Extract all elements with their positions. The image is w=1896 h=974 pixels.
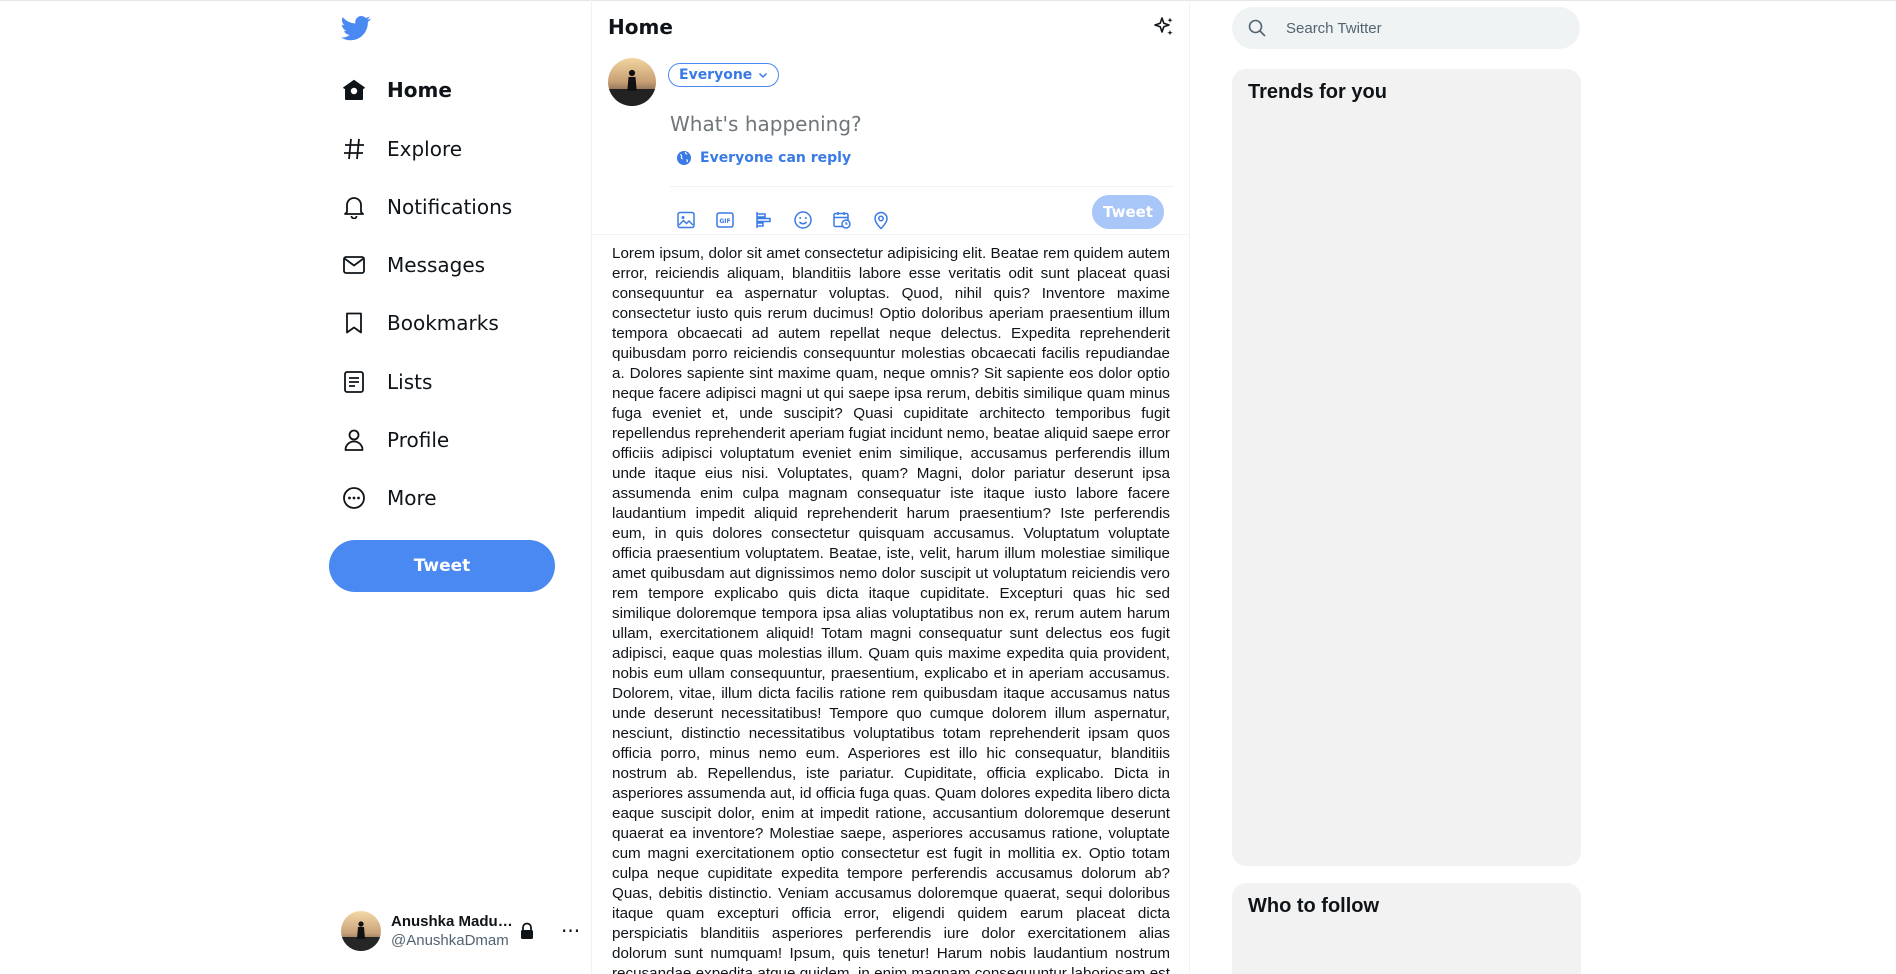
avatar: [608, 58, 656, 106]
twitter-bird-icon[interactable]: [341, 13, 371, 43]
audience-label: Everyone: [679, 67, 753, 83]
sidebar-item-explore[interactable]: Explore: [341, 129, 462, 169]
account-handle: @AnushkaDmam: [391, 932, 509, 949]
sidebar-item-home[interactable]: Home: [341, 70, 452, 110]
compose-input[interactable]: [670, 107, 1170, 141]
hashtag-icon: [341, 136, 367, 162]
feed-text: Lorem ipsum, dolor sit amet consectetur …: [612, 245, 1170, 974]
sidebar-item-messages[interactable]: Messages: [341, 245, 485, 285]
chevron-down-icon: [759, 72, 768, 79]
reply-setting-label: Everyone can reply: [700, 150, 852, 166]
audience-selector[interactable]: Everyone: [668, 63, 780, 87]
search-input[interactable]: [1286, 19, 1556, 37]
trends-title: Trends for you: [1248, 81, 1387, 103]
search-bar[interactable]: [1232, 7, 1580, 49]
reply-setting-button[interactable]: Everyone can reply: [676, 150, 851, 166]
sidebar-item-label: Lists: [387, 370, 433, 394]
schedule-icon[interactable]: [832, 203, 871, 237]
tweet-button[interactable]: Tweet: [329, 540, 555, 592]
bell-icon: [341, 194, 367, 220]
sidebar-item-notifications[interactable]: Notifications: [341, 187, 512, 227]
avatar: [341, 911, 381, 951]
lock-icon: [519, 922, 535, 940]
sidebar-item-label: Home: [387, 78, 452, 102]
who-to-follow-title: Who to follow: [1248, 895, 1380, 917]
emoji-icon[interactable]: [793, 203, 832, 237]
location-icon[interactable]: [871, 203, 910, 237]
svg-text:GIF: GIF: [719, 218, 730, 225]
trends-panel: Trends for you: [1232, 69, 1581, 866]
account-switcher[interactable]: Anushka Maduwantha @AnushkaDmam ···: [341, 908, 591, 954]
home-icon: [341, 77, 367, 103]
poll-icon[interactable]: [754, 203, 793, 237]
sidebar-item-label: Explore: [387, 137, 463, 161]
sidebar-item-bookmarks[interactable]: Bookmarks: [341, 303, 499, 343]
image-icon[interactable]: [676, 203, 715, 237]
main-timeline: Home Everyone Everyone can reply: [591, 0, 1190, 974]
bookmark-icon: [341, 310, 367, 336]
envelope-icon: [341, 252, 367, 278]
sidebar-item-more[interactable]: More: [341, 478, 437, 518]
more-circle-icon: [341, 485, 367, 511]
list-icon: [341, 369, 367, 395]
sidebar-item-label: Bookmarks: [387, 311, 499, 335]
who-to-follow-panel: Who to follow: [1232, 883, 1581, 974]
sidebar-item-lists[interactable]: Lists: [341, 362, 432, 402]
globe-icon: [677, 151, 691, 165]
left-sidebar: Home Explore Notifications Messages Book…: [329, 0, 591, 974]
sidebar-item-label: More: [387, 486, 437, 510]
tweet-composer: Everyone Everyone can reply GIF: [592, 53, 1189, 237]
more-dots-icon[interactable]: ···: [561, 919, 580, 943]
sidebar-item-label: Profile: [387, 428, 450, 452]
sidebar-item-label: Messages: [387, 253, 486, 277]
search-icon: [1248, 19, 1266, 37]
composer-toolbar: GIF: [676, 203, 910, 237]
sparkle-icon[interactable]: [1152, 15, 1176, 39]
timeline-header: Home: [592, 0, 1189, 53]
sidebar-item-label: Notifications: [387, 195, 513, 219]
gif-icon[interactable]: GIF: [715, 203, 754, 237]
post-tweet-button[interactable]: Tweet: [1092, 195, 1164, 229]
sidebar-item-profile[interactable]: Profile: [341, 420, 449, 460]
person-icon: [341, 427, 367, 453]
account-name: Anushka Maduwantha: [391, 913, 515, 930]
page-title: Home: [608, 14, 673, 39]
divider: [670, 186, 1174, 187]
